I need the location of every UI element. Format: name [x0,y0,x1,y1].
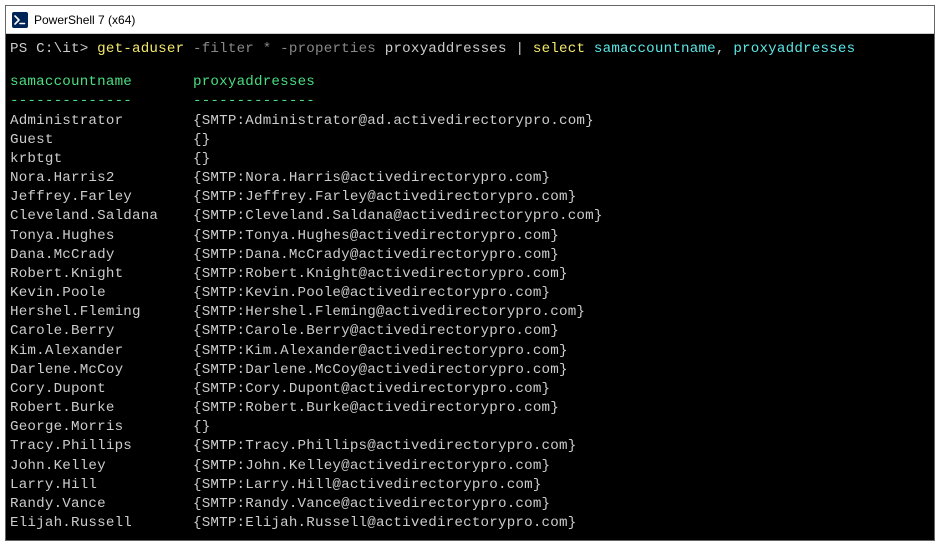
output-row: George.Morris {} [10,418,930,437]
param-filter-val: * [263,41,280,57]
header-proxyaddresses: proxyaddresses [193,74,315,90]
cmdlet-get-aduser: get-aduser [97,41,193,57]
terminal-area[interactable]: PS C:\it> get-aduser -filter * -properti… [6,34,934,540]
select-col1: samaccountname [594,41,716,57]
output-row: Hershel.Fleming {SMTP:Hershel.Fleming@ac… [10,303,930,322]
param-properties-val: proxyaddresses [385,41,516,57]
output-row: Cory.Dupont {SMTP:Cory.Dupont@activedire… [10,380,930,399]
title-bar[interactable]: PowerShell 7 (x64) [6,6,934,34]
output-row: Robert.Knight {SMTP:Robert.Knight@active… [10,265,930,284]
window-title: PowerShell 7 (x64) [34,13,135,27]
output-header-underline: -------------- -------------- [10,92,930,111]
output-rows: Administrator {SMTP:Administrator@ad.act… [10,112,930,534]
output-row: John.Kelley {SMTP:John.Kelley@activedire… [10,457,930,476]
output-row: krbtgt {} [10,150,930,169]
output-row: Kim.Alexander {SMTP:Kim.Alexander@active… [10,342,930,361]
output-row: Tonya.Hughes {SMTP:Tonya.Hughes@activedi… [10,227,930,246]
output-row: Carole.Berry {SMTP:Carole.Berry@activedi… [10,322,930,341]
pipe-operator: | [515,41,532,57]
output-row: Darlene.McCoy {SMTP:Darlene.McCoy@active… [10,361,930,380]
cmdlet-select: select [533,41,594,57]
output-header: samaccountname proxyaddresses [10,73,930,92]
output-row: Robert.Burke {SMTP:Robert.Burke@activedi… [10,399,930,418]
output-row: Tracy.Phillips {SMTP:Tracy.Phillips@acti… [10,437,930,456]
header-samaccountname: samaccountname [10,74,132,90]
output-row: Jeffrey.Farley {SMTP:Jeffrey.Farley@acti… [10,188,930,207]
output-row: Randy.Vance {SMTP:Randy.Vance@activedire… [10,495,930,514]
param-properties-flag: -properties [280,41,385,57]
output-row: Kevin.Poole {SMTP:Kevin.Poole@activedire… [10,284,930,303]
output-row: Larry.Hill {SMTP:Larry.Hill@activedirect… [10,476,930,495]
command-line: PS C:\it> get-aduser -filter * -properti… [10,40,930,59]
app-window: PowerShell 7 (x64) PS C:\it> get-aduser … [5,5,935,541]
select-col2: proxyaddresses [733,41,855,57]
output-row: Guest {} [10,131,930,150]
powershell-icon [12,12,28,28]
output-row: Nora.Harris2 {SMTP:Nora.Harris@activedir… [10,169,930,188]
output-row: Dana.McCrady {SMTP:Dana.McCrady@activedi… [10,246,930,265]
select-sep: , [716,41,733,57]
output-row: Cleveland.Saldana {SMTP:Cleveland.Saldan… [10,207,930,226]
output-row: Elijah.Russell {SMTP:Elijah.Russell@acti… [10,514,930,533]
output-row: Administrator {SMTP:Administrator@ad.act… [10,112,930,131]
param-filter-flag: -filter [193,41,263,57]
prompt-path: PS C:\it> [10,41,97,57]
